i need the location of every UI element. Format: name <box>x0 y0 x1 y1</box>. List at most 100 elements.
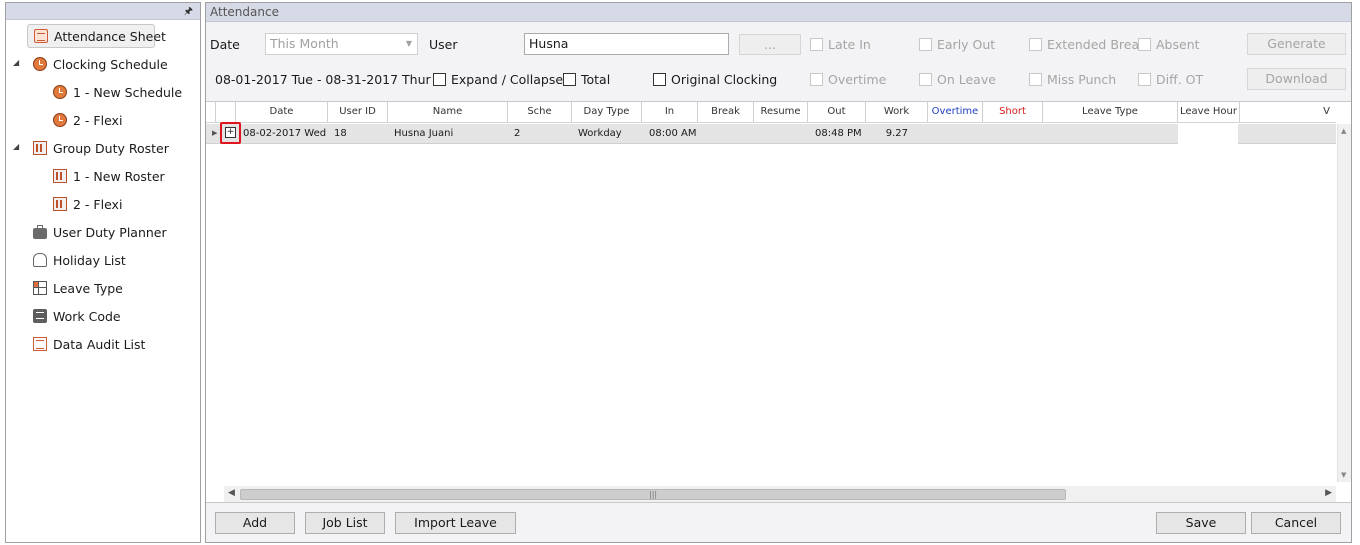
cell-work[interactable]: 9.27 <box>866 124 908 144</box>
checkbox-box <box>563 73 576 86</box>
cell-sche[interactable]: 2 <box>514 124 572 144</box>
generate-button[interactable]: Generate <box>1247 33 1346 55</box>
nav-item-label: Work Code <box>53 308 121 324</box>
column-header-leave-hour[interactable]: Leave Hour <box>1178 102 1240 122</box>
total-checkbox[interactable]: Total <box>563 72 610 87</box>
column-header-break[interactable]: Break <box>698 102 754 122</box>
expand-collapse-checkbox[interactable]: Expand / Collapse <box>433 72 563 87</box>
column-header-date[interactable]: Date <box>236 102 328 122</box>
overtime-checkbox[interactable]: Overtime <box>810 72 886 87</box>
chevron-down-icon: ▼ <box>405 39 412 48</box>
nav-item-clocking-schedule[interactable]: Clocking Schedule <box>27 52 174 76</box>
nav-item-holiday-list[interactable]: Holiday List <box>27 248 132 272</box>
nav-item-user-duty-planner[interactable]: User Duty Planner <box>27 220 173 244</box>
nav-item-flexi-roster[interactable]: 2 - Flexi <box>47 192 128 216</box>
column-header-out[interactable]: Out <box>808 102 866 122</box>
grid-icon <box>33 281 47 295</box>
checkbox-label: Extended Break <box>1047 37 1147 52</box>
cell-name[interactable]: Husna Juani <box>394 124 508 144</box>
expand-column <box>216 102 236 122</box>
checkbox-box <box>810 38 823 51</box>
job-list-button[interactable]: Job List <box>305 512 385 534</box>
nav-item-label: Leave Type <box>53 280 123 296</box>
checkbox-box <box>1029 38 1042 51</box>
cell-leave-hour[interactable] <box>1178 124 1238 144</box>
vertical-scrollbar[interactable]: ▲ ▼ <box>1337 124 1351 482</box>
nav-item-group-duty-roster[interactable]: Group Duty Roster <box>27 136 175 160</box>
clock-icon <box>53 113 67 127</box>
column-header-leave-type[interactable]: Leave Type <box>1043 102 1178 122</box>
roster-icon <box>53 169 67 183</box>
user-field[interactable]: Husna <box>524 33 729 55</box>
cell-overtime[interactable] <box>928 124 983 144</box>
nav-item-data-audit-list[interactable]: Data Audit List <box>27 332 151 356</box>
nav-item-flexi-schedule[interactable]: 2 - Flexi <box>47 108 128 132</box>
horizontal-scrollbar[interactable]: ◀ ||| ▶ <box>224 486 1336 502</box>
scroll-left-icon[interactable]: ◀ <box>228 488 235 498</box>
nav-item-label: 2 - Flexi <box>73 196 123 212</box>
code-icon <box>33 309 47 323</box>
cell-resume[interactable] <box>754 124 808 144</box>
column-header-in[interactable]: In <box>642 102 698 122</box>
early-out-checkbox[interactable]: Early Out <box>919 37 995 52</box>
table-row[interactable]: ▶ 08-02-2017 Wed 18 Husna Juani 2 Workda… <box>206 122 1336 144</box>
cell-short[interactable] <box>983 124 1043 144</box>
column-header-v[interactable]: V <box>1240 102 1336 122</box>
column-header-day-type[interactable]: Day Type <box>572 102 642 122</box>
column-header-name[interactable]: Name <box>388 102 508 122</box>
cell-in[interactable]: 08:00 AM <box>649 124 698 144</box>
nav-item-label: Attendance Sheet <box>54 28 166 44</box>
column-header-resume[interactable]: Resume <box>754 102 808 122</box>
add-button[interactable]: Add <box>215 512 295 534</box>
late-in-checkbox[interactable]: Late In <box>810 37 871 52</box>
user-label: User <box>429 37 458 52</box>
horizontal-scroll-thumb[interactable]: ||| <box>240 489 1066 500</box>
cell-day-type[interactable]: Workday <box>578 124 642 144</box>
nav-item-leave-type[interactable]: Leave Type <box>27 276 129 300</box>
scroll-right-icon[interactable]: ▶ <box>1325 488 1332 498</box>
attendance-panel: Attendance Date This Month ▼ User Husna … <box>205 2 1352 543</box>
checkbox-label: Late In <box>828 37 871 52</box>
cell-leave-type[interactable] <box>1043 124 1178 144</box>
checkbox-label: Absent <box>1156 37 1200 52</box>
flip-flops-icon <box>33 253 47 267</box>
column-header-work[interactable]: Work <box>866 102 928 122</box>
import-leave-button[interactable]: Import Leave <box>395 512 516 534</box>
navigation-panel-header: 🖈 <box>6 3 200 20</box>
checkbox-label: Original Clocking <box>671 72 778 87</box>
column-header-sche[interactable]: Sche <box>508 102 572 122</box>
cell-break[interactable] <box>698 124 754 144</box>
row-indicator-column <box>206 102 216 122</box>
nav-item-new-roster[interactable]: 1 - New Roster <box>47 164 171 188</box>
column-header-short[interactable]: Short <box>983 102 1043 122</box>
nav-item-new-schedule[interactable]: 1 - New Schedule <box>47 80 188 104</box>
miss-punch-checkbox[interactable]: Miss Punch <box>1029 72 1116 87</box>
diff-ot-checkbox[interactable]: Diff. OT <box>1138 72 1203 87</box>
scroll-up-icon[interactable]: ▲ <box>1341 127 1346 135</box>
scroll-down-icon[interactable]: ▼ <box>1341 471 1346 479</box>
cell-out[interactable]: 08:48 PM <box>815 124 866 144</box>
on-leave-checkbox[interactable]: On Leave <box>919 72 996 87</box>
cancel-button[interactable]: Cancel <box>1251 512 1341 534</box>
cell-user-id[interactable]: 18 <box>334 124 388 144</box>
collapse-arrow-icon[interactable]: ◢ <box>13 142 19 151</box>
extended-break-checkbox[interactable]: Extended Break <box>1029 37 1146 52</box>
date-dropdown[interactable]: This Month ▼ <box>265 33 418 55</box>
browse-user-button[interactable]: ... <box>739 34 801 55</box>
checkbox-box <box>1029 73 1042 86</box>
nav-item-work-code[interactable]: Work Code <box>27 304 127 328</box>
column-header-overtime[interactable]: Overtime <box>928 102 983 122</box>
expand-row-icon[interactable] <box>220 122 241 144</box>
collapse-arrow-icon[interactable]: ◢ <box>13 58 19 67</box>
column-header-user-id[interactable]: User ID <box>328 102 388 122</box>
save-button[interactable]: Save <box>1156 512 1246 534</box>
download-button[interactable]: Download <box>1247 68 1346 90</box>
original-clocking-checkbox[interactable]: Original Clocking <box>653 72 777 87</box>
checkbox-box <box>810 73 823 86</box>
absent-checkbox[interactable]: Absent <box>1138 37 1200 52</box>
roster-icon <box>53 197 67 211</box>
nav-item-label: Clocking Schedule <box>53 56 168 72</box>
cell-date[interactable]: 08-02-2017 Wed <box>243 124 328 144</box>
nav-item-attendance-sheet[interactable]: Attendance Sheet <box>27 24 166 48</box>
pin-icon[interactable]: 🖈 <box>184 4 193 21</box>
